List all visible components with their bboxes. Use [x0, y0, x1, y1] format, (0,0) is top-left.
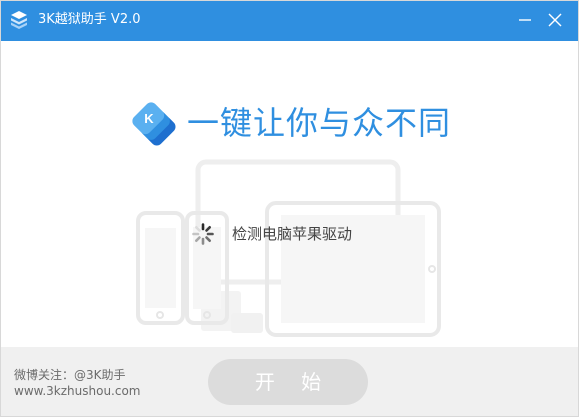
website-link[interactable]: www.3kzhushou.com	[14, 383, 141, 399]
main-panel: K 一键让你与众不同 检测电脑苹果驱动	[1, 41, 578, 347]
svg-text:K: K	[144, 111, 154, 126]
window-title: 3K越狱助手 V2.0	[38, 12, 141, 27]
loading-spinner-icon	[192, 223, 214, 245]
start-button[interactable]: 开 始	[208, 359, 368, 405]
weibo-follow-text: 微博关注：@3K助手	[14, 368, 126, 382]
close-icon[interactable]	[544, 9, 566, 31]
status-text: 检测电脑苹果驱动	[232, 225, 353, 243]
slogan-text: 一键让你与众不同	[187, 104, 452, 142]
app-icon	[11, 11, 27, 29]
footer: 微博关注：@3K助手 www.3kzhushou.com 开 始	[1, 347, 578, 416]
app-window: 3K越狱助手 V2.0 K 一键让你与众不同 检测电脑苹果驱动 微博关注：@3K…	[0, 0, 579, 417]
title-bar[interactable]: 3K越狱助手 V2.0	[1, 1, 578, 41]
minimize-icon[interactable]	[514, 9, 536, 31]
3k-logo-icon: K	[132, 102, 176, 146]
devices-illustration	[136, 159, 441, 337]
